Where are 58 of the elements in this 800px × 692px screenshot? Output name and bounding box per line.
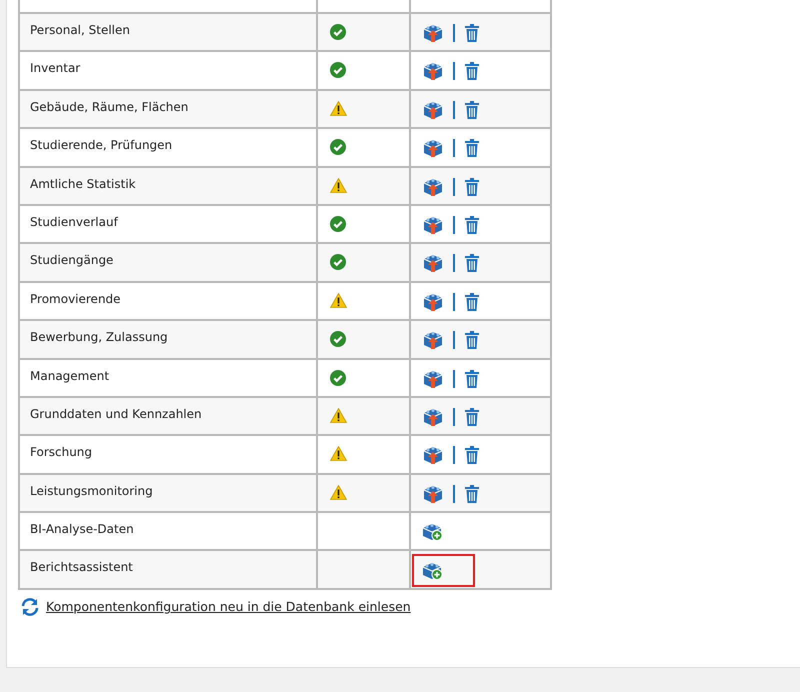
component-name: Gebäude, Räume, Flächen xyxy=(30,100,188,114)
component-name: Grunddaten und Kennzahlen xyxy=(30,406,202,421)
separator xyxy=(453,446,455,464)
separator xyxy=(453,139,455,158)
trash-icon[interactable] xyxy=(464,446,480,464)
component-name: Studiengänge xyxy=(30,253,114,268)
upgrade-icon[interactable] xyxy=(422,330,444,350)
trash-icon[interactable] xyxy=(464,484,480,503)
component-name: Forschung xyxy=(30,445,92,460)
component-name: Promovierende xyxy=(30,292,121,306)
trash-icon[interactable] xyxy=(464,100,480,119)
trash-icon[interactable] xyxy=(464,331,480,350)
upgrade-icon[interactable] xyxy=(422,138,444,158)
component-name: Studierende, Prüfungen xyxy=(30,138,172,152)
add-component-icon[interactable] xyxy=(422,561,443,580)
upgrade-icon[interactable] xyxy=(422,484,444,504)
component-name: Leistungsmonitoring xyxy=(30,484,153,498)
trash-icon[interactable] xyxy=(464,24,480,42)
component-name: Inventar xyxy=(30,61,80,76)
component-name: BI-Analyse-Daten xyxy=(30,522,134,536)
separator xyxy=(453,331,455,350)
component-name: Berichtsassistent xyxy=(30,560,133,574)
component-name: Amtliche Statistik xyxy=(30,176,136,191)
separator xyxy=(453,178,455,196)
separator xyxy=(453,292,455,311)
upgrade-icon[interactable] xyxy=(422,406,444,427)
separator xyxy=(453,216,455,234)
upgrade-icon[interactable] xyxy=(422,176,444,197)
separator xyxy=(453,100,455,119)
trash-icon[interactable] xyxy=(464,370,480,388)
upgrade-icon[interactable] xyxy=(422,100,444,120)
trash-icon[interactable] xyxy=(464,408,480,426)
refresh-icon[interactable] xyxy=(21,598,39,616)
separator xyxy=(453,62,455,80)
separator xyxy=(453,484,455,503)
reload-link[interactable]: Komponentenkonfiguration neu in die Datenbank einlesen xyxy=(46,599,411,614)
trash-icon[interactable] xyxy=(464,178,480,196)
add-component-icon[interactable] xyxy=(422,522,443,542)
trash-icon[interactable] xyxy=(464,254,480,272)
trash-icon[interactable] xyxy=(464,216,480,234)
trash-icon[interactable] xyxy=(464,62,480,80)
upgrade-icon[interactable] xyxy=(422,292,444,312)
upgrade-icon[interactable] xyxy=(422,445,444,466)
upgrade-icon[interactable] xyxy=(422,214,444,235)
upgrade-icon[interactable] xyxy=(422,368,444,389)
component-name: Personal, Stellen xyxy=(30,23,130,37)
upgrade-icon[interactable] xyxy=(422,61,444,82)
separator xyxy=(453,370,455,388)
separator xyxy=(453,408,455,426)
separator xyxy=(453,254,455,272)
trash-icon[interactable] xyxy=(464,139,480,158)
upgrade-icon[interactable] xyxy=(422,253,444,274)
component-name: Studienverlauf xyxy=(30,214,118,229)
separator xyxy=(453,24,455,42)
trash-icon[interactable] xyxy=(464,292,480,311)
component-name: Bewerbung, Zulassung xyxy=(30,330,168,344)
component-name: Management xyxy=(30,368,110,383)
upgrade-icon[interactable] xyxy=(422,23,444,43)
